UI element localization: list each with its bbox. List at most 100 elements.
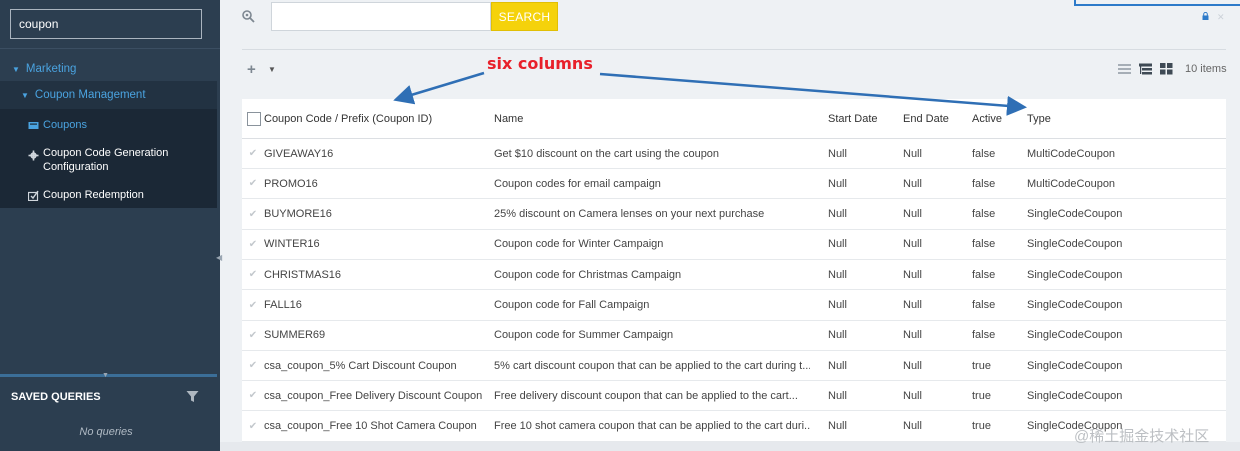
cell-start-date: Null — [828, 147, 847, 160]
sidebar-item-coupon-code-generation[interactable]: Coupon Code Generation Configuration — [28, 146, 183, 174]
cell-active: true — [972, 359, 991, 372]
grid-view-icon[interactable] — [1160, 63, 1173, 75]
cell-end-date: Null — [903, 420, 922, 433]
row-check-icon[interactable]: ✔ — [242, 291, 264, 320]
cell-start-date: Null — [828, 299, 847, 311]
cell-start-date: Null — [828, 420, 847, 433]
cell-active: false — [972, 238, 996, 251]
cell-start-date: Null — [828, 208, 847, 221]
table-row[interactable]: ✔ csa_coupon_Free Delivery Discount Coupo… — [242, 381, 1226, 412]
plus-icon[interactable]: + — [247, 61, 256, 78]
check-icon: ✔ — [248, 178, 258, 190]
select-all-cell — [242, 99, 264, 138]
annotation-label: six columns — [487, 54, 593, 73]
cell-active: false — [972, 268, 996, 281]
select-all-checkbox[interactable] — [246, 111, 261, 126]
column-header-end-date[interactable]: End Date — [903, 99, 969, 138]
table-row[interactable]: ✔ csa_coupon_5% Cart Discount Coupon 5% ca… — [242, 351, 1226, 382]
sidebar: ▼ Marketing ▼ Coupon Management Coupons … — [0, 0, 222, 451]
coupon-table: Coupon Code / Prefix (Coupon ID) Name St… — [242, 99, 1226, 442]
cell-start-date: Null — [828, 329, 847, 342]
cell-type: SingleCodeCoupon — [1027, 268, 1123, 281]
cell-start-date: Null — [828, 268, 847, 281]
cell-coupon-code: FALL16 — [264, 299, 302, 311]
caret-down-icon[interactable]: ▼ — [268, 65, 276, 74]
cell-name: Coupon codes for email campaign — [494, 177, 661, 190]
table-row[interactable]: ✔ BUYMORE16 25% discount on Camera lenses … — [242, 200, 1226, 230]
table-row[interactable]: ✔ GIVEAWAY16 Get $10 discount on the cart … — [242, 139, 1226, 169]
cell-active: false — [972, 147, 996, 160]
column-header-name[interactable]: Name — [494, 99, 810, 138]
search-button[interactable]: SEARCH — [491, 2, 558, 31]
tree-item-label: Marketing — [25, 63, 77, 75]
cell-active: false — [972, 177, 996, 190]
cell-end-date: Null — [903, 299, 922, 311]
row-check-icon[interactable]: ✔ — [242, 412, 264, 441]
list-view-icon[interactable] — [1118, 63, 1131, 75]
search-input[interactable] — [271, 2, 491, 31]
cell-type: SingleCodeCoupon — [1027, 299, 1123, 311]
cell-coupon-code: SUMMER69 — [264, 329, 326, 342]
tree-item-label: Coupon Management — [34, 89, 146, 101]
row-check-icon[interactable]: ✔ — [242, 321, 264, 350]
table-row[interactable]: ✔ PROMO16 Coupon codes for email campaign N… — [242, 169, 1226, 200]
cell-coupon-code: BUYMORE16 — [264, 208, 332, 221]
highlight-box — [1074, 0, 1240, 6]
cell-end-date: Null — [903, 329, 922, 342]
table-row[interactable]: ✔ WINTER16 Coupon code for Winter Campaign… — [242, 230, 1226, 260]
cell-active: false — [972, 299, 996, 311]
saved-queries-title: SAVED QUERIES — [11, 391, 101, 403]
filter-icon[interactable] — [186, 390, 199, 403]
check-icon: ✔ — [248, 390, 258, 402]
sidebar-search-input[interactable] — [10, 9, 202, 39]
cell-type: SingleCodeCoupon — [1027, 389, 1123, 402]
cell-type: SingleCodeCoupon — [1027, 329, 1123, 342]
row-check-icon[interactable]: ✔ — [242, 381, 264, 410]
row-check-icon[interactable]: ✔ — [242, 351, 264, 380]
sidebar-resize-handle[interactable]: ◀ — [216, 253, 222, 265]
cell-type: SingleCodeCoupon — [1027, 208, 1123, 221]
table-row[interactable]: ✔ FALL16 Coupon code for Fall Campaign Null… — [242, 291, 1226, 321]
cell-coupon-code: GIVEAWAY16 — [264, 147, 334, 160]
tree-view-icon[interactable] — [1139, 63, 1152, 75]
cell-name: Coupon code for Christmas Campaign — [494, 268, 682, 281]
lock-icon[interactable] — [1202, 12, 1209, 20]
cell-coupon-code: WINTER16 — [264, 238, 320, 251]
table-row[interactable]: ✔ CHRISTMAS16 Coupon code for Christmas Ca… — [242, 260, 1226, 291]
sidebar-item-label: Coupons — [43, 119, 88, 131]
no-queries-text: No queries — [79, 426, 133, 438]
sidebar-item-coupon-redemption[interactable]: Coupon Redemption — [28, 188, 144, 202]
row-check-icon[interactable]: ✔ — [242, 230, 264, 259]
redemption-icon — [28, 190, 39, 201]
cell-end-date: Null — [903, 268, 922, 281]
search-options-icon[interactable] — [241, 9, 255, 23]
row-check-icon[interactable]: ✔ — [242, 260, 264, 289]
sidebar-divider — [0, 48, 220, 49]
column-header-active[interactable]: Active — [972, 99, 1024, 138]
column-header-type[interactable]: Type — [1027, 99, 1226, 138]
caret-down-icon: ▼ — [21, 90, 29, 100]
row-check-icon[interactable]: ✔ — [242, 139, 264, 168]
column-header-code[interactable]: Coupon Code / Prefix (Coupon ID) — [264, 99, 490, 138]
cell-type: MultiCodeCoupon — [1027, 177, 1116, 190]
item-count: 10 items — [1185, 63, 1227, 75]
check-icon: ✔ — [248, 329, 258, 341]
cell-end-date: Null — [903, 208, 922, 221]
table-row[interactable]: ✔ SUMMER69 Coupon code for Summer Campaign… — [242, 321, 1226, 351]
sidebar-item-coupons[interactable]: Coupons — [28, 118, 87, 132]
cell-coupon-code: PROMO16 — [264, 177, 318, 190]
view-switcher — [1118, 63, 1173, 75]
pin-icon[interactable]: ✕ — [1217, 12, 1225, 23]
check-icon: ✔ — [248, 148, 258, 159]
cell-name: Coupon code for Fall Campaign — [494, 299, 650, 311]
row-check-icon[interactable]: ✔ — [242, 169, 264, 198]
caret-down-icon: ▼ — [12, 64, 20, 74]
column-header-start-date[interactable]: Start Date — [828, 99, 900, 138]
tree-item-coupon-management[interactable]: ▼ Coupon Management — [0, 81, 217, 109]
sidebar-item-label: Coupon Redemption — [43, 189, 144, 201]
row-check-icon[interactable]: ✔ — [242, 200, 264, 229]
check-icon: ✔ — [248, 208, 258, 220]
tree-item-marketing[interactable]: ▼ Marketing — [0, 60, 217, 78]
check-icon: ✔ — [248, 420, 258, 432]
sidebar-item-label: Coupon Code Generation Configuration — [43, 147, 169, 173]
